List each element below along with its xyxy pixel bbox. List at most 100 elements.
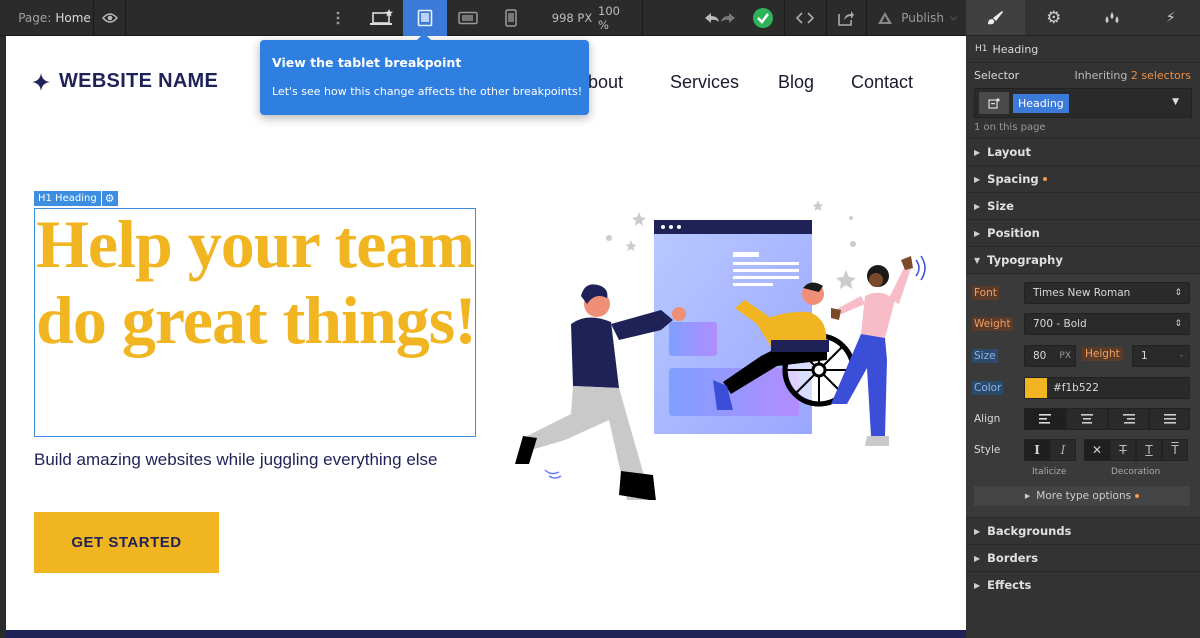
size-unit: PX <box>1059 351 1071 361</box>
italicize-buttons: I I <box>1024 439 1076 461</box>
more-icon[interactable] <box>326 0 350 36</box>
selector-header: Selector Inheriting 2 selectors <box>966 62 1200 88</box>
page-selector[interactable]: Page: Home <box>6 0 94 36</box>
style-label: Style <box>974 444 1001 456</box>
mobile-portrait-breakpoint-icon[interactable] <box>489 0 533 36</box>
publish-label: Publish <box>901 11 944 25</box>
desktop-breakpoint-icon[interactable] <box>360 0 404 36</box>
on-page-count: 1 on this page <box>974 122 1046 133</box>
designer-topbar: Page: Home 998 PX 100 % Publish ⌵ <box>0 0 966 36</box>
page-label: Page: <box>18 11 52 25</box>
height-unit: - <box>1179 351 1183 361</box>
font-select[interactable]: Times New Roman ⇕ <box>1024 282 1190 304</box>
hero-heading[interactable]: Help your team do great things! <box>36 206 477 358</box>
caret-right-icon: ▶ <box>974 147 981 157</box>
align-right-icon[interactable] <box>1108 408 1149 430</box>
section-spacing[interactable]: ▶ Spacing <box>966 165 1200 192</box>
tooltip-body: Let's see how this change affects the ot… <box>272 85 583 98</box>
undo-redo-icon[interactable] <box>700 0 740 36</box>
section-effects[interactable]: ▶ Effects <box>966 571 1200 598</box>
selector-type-icon[interactable] <box>979 92 1009 114</box>
size-value: 80 <box>1033 350 1047 362</box>
section-size[interactable]: ▶ Size <box>966 192 1200 219</box>
decoration-none-icon[interactable]: ✕ <box>1084 439 1110 461</box>
site-logo[interactable]: WEBSITE NAME <box>32 70 218 93</box>
more-type-options-button[interactable]: ▶ More type options <box>974 486 1190 506</box>
align-left-icon[interactable] <box>1024 408 1066 430</box>
gear-icon[interactable]: ⚙ <box>101 191 118 206</box>
selected-element-badge[interactable]: H1 Heading ⚙ <box>34 191 118 206</box>
canvas-width-readout: 998 PX <box>551 11 593 25</box>
caret-right-icon: ▶ <box>974 228 981 238</box>
decoration-caption: Decoration <box>1111 467 1161 477</box>
weight-label: Weight <box>972 317 1013 331</box>
chevron-down-icon[interactable]: ▼ <box>1172 97 1179 107</box>
page-name: Home <box>55 11 91 25</box>
caret-down-icon: ▼ <box>974 255 981 265</box>
tablet-breakpoint-icon[interactable] <box>403 0 447 36</box>
divider <box>642 0 643 36</box>
italicize-caption: Italicize <box>1032 467 1067 477</box>
section-borders[interactable]: ▶ Borders <box>966 544 1200 571</box>
hero-illustration <box>515 200 926 500</box>
size-label: Size <box>972 349 998 363</box>
section-backgrounds[interactable]: ▶ Backgrounds <box>966 517 1200 544</box>
italic-on-icon[interactable]: I <box>1050 439 1076 461</box>
selector-field[interactable]: Heading ▼ <box>974 88 1192 118</box>
section-position[interactable]: ▶ Position <box>966 219 1200 246</box>
strikethrough-icon[interactable]: T <box>1110 439 1136 461</box>
align-center-icon[interactable] <box>1066 408 1108 430</box>
decoration-buttons: ✕ T T T <box>1084 439 1188 461</box>
italic-off-icon[interactable]: I <box>1024 439 1050 461</box>
settings-gear-icon[interactable]: ⚙ <box>1025 0 1084 35</box>
logo-text: WEBSITE NAME <box>59 70 219 92</box>
weight-select[interactable]: 700 - Bold ⇕ <box>1024 313 1190 335</box>
selector-chip[interactable]: Heading <box>1013 93 1069 113</box>
section-typography[interactable]: ▼ Typography <box>966 246 1200 273</box>
caret-right-icon: ▶ <box>974 580 981 590</box>
sparkle-icon <box>32 72 50 91</box>
lightning-icon[interactable]: ⚡ <box>1142 0 1200 35</box>
saved-check-icon <box>750 0 776 36</box>
mobile-landscape-breakpoint-icon[interactable] <box>446 0 490 36</box>
publish-icon <box>878 12 893 24</box>
font-label: Font <box>972 286 999 300</box>
hero-subheading[interactable]: Build amazing websites while juggling ev… <box>34 450 438 470</box>
code-export-icon[interactable] <box>790 0 820 36</box>
share-icon[interactable] <box>832 0 860 36</box>
nav-link-blog[interactable]: Blog <box>778 72 814 93</box>
selector-label: Selector <box>974 69 1020 82</box>
panel-tabs: ⚙ ⚡ <box>966 0 1200 36</box>
get-started-button[interactable]: GET STARTED <box>34 512 219 573</box>
caret-right-icon: ▶ <box>974 201 981 211</box>
caret-right-icon: ▶ <box>974 174 981 184</box>
style-brush-icon[interactable] <box>966 0 1025 35</box>
preview-eye-icon[interactable] <box>94 0 126 36</box>
updown-icon: ⇕ <box>1174 319 1182 329</box>
section-layout[interactable]: ▶ Layout <box>966 138 1200 165</box>
publish-button[interactable]: Publish ⌵ <box>872 0 962 36</box>
design-canvas[interactable]: WEBSITE NAME About Services Blog Contact… <box>6 36 966 632</box>
divider <box>826 0 827 36</box>
align-label: Align <box>974 413 1001 425</box>
color-field[interactable]: #f1b522 <box>1024 377 1190 399</box>
align-justify-icon[interactable] <box>1149 408 1190 430</box>
underline-icon[interactable]: T <box>1136 439 1162 461</box>
weight-value: 700 - Bold <box>1033 318 1087 330</box>
modified-dot <box>1135 494 1140 498</box>
breakpoint-tooltip[interactable]: View the tablet breakpoint Let's see how… <box>260 33 589 115</box>
style-panel: ⚙ ⚡ H1 Heading Selector Inheriting 2 sel… <box>966 0 1200 638</box>
nav-link-services[interactable]: Services <box>670 72 739 93</box>
selected-element-header: H1 Heading <box>966 36 1200 62</box>
line-height-input[interactable]: 1 - <box>1132 345 1190 367</box>
caret-right-icon: ▶ <box>974 553 981 563</box>
nav-link-contact[interactable]: Contact <box>851 72 913 93</box>
overline-icon[interactable]: T <box>1162 439 1188 461</box>
interactions-drops-icon[interactable] <box>1083 0 1142 35</box>
color-value: #f1b522 <box>1053 382 1099 394</box>
page-bottom-strip <box>6 630 966 638</box>
color-swatch[interactable] <box>1025 378 1047 398</box>
modified-dot <box>1042 177 1047 181</box>
size-input[interactable]: 80 PX <box>1024 345 1076 367</box>
inheriting-selectors-link[interactable]: 2 selectors <box>1131 69 1191 82</box>
